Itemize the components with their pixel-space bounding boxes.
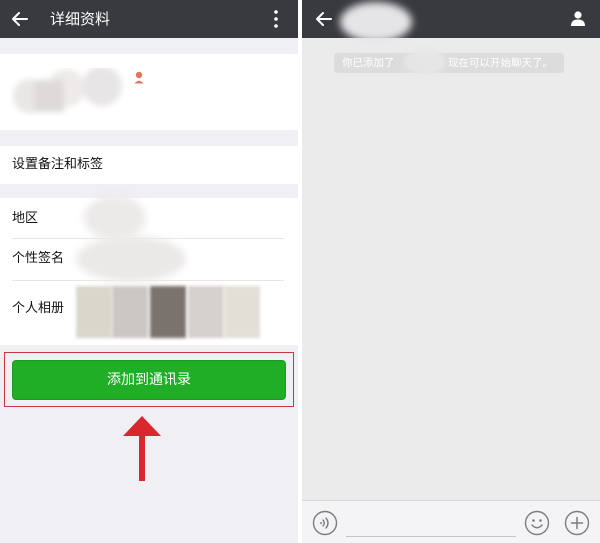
album-thumbnail[interactable] — [76, 286, 112, 338]
remark-tags-row[interactable]: 设置备注和标签 — [0, 146, 298, 184]
system-message-name-blurred — [404, 49, 446, 75]
gender-female-icon — [134, 71, 144, 84]
album-thumbnail[interactable] — [188, 286, 224, 338]
album-label: 个人相册 — [12, 301, 65, 316]
album-thumbnail[interactable] — [112, 286, 148, 338]
system-message-text-b: 现在可以开始聊天了。 — [448, 57, 553, 69]
chat-input-bar — [302, 500, 600, 543]
chat-message-input[interactable] — [346, 513, 516, 537]
back-arrow-icon[interactable] — [314, 9, 334, 29]
back-arrow-icon[interactable] — [10, 9, 30, 29]
region-label: 地区 — [12, 211, 39, 226]
remark-tags-label: 设置备注和标签 — [12, 157, 104, 172]
chat-screen: 你已添加了 现在可以开始聊天了。 — [302, 0, 600, 543]
user-profile-icon[interactable] — [570, 10, 586, 26]
album-thumbnail[interactable] — [150, 286, 186, 338]
system-message-text-a: 你已添加了 — [342, 57, 395, 69]
album-thumbnail[interactable] — [224, 286, 260, 338]
chat-top-bar — [302, 0, 600, 42]
add-to-contacts-button[interactable]: 添加到通讯录 — [12, 360, 286, 400]
signature-value-blurred — [76, 236, 186, 282]
profile-top-bar: 详细资料 — [0, 0, 298, 38]
system-message: 你已添加了 现在可以开始聊天了。 — [334, 49, 564, 75]
arrow-up-indicator-icon — [123, 416, 161, 481]
more-vertical-icon[interactable] — [268, 9, 284, 29]
region-value-blurred — [84, 196, 146, 240]
signature-label: 个性签名 — [12, 251, 65, 266]
profile-detail-screen: 详细资料 设置备注和标签 地区 个性签名 个人相册 添加到通讯录 — [0, 0, 298, 543]
page-title: 详细资料 — [50, 10, 111, 28]
avatar[interactable] — [10, 68, 130, 116]
voice-icon[interactable] — [312, 510, 338, 536]
plus-icon[interactable] — [564, 510, 590, 536]
chat-contact-name-blurred — [340, 2, 412, 42]
profile-card[interactable] — [0, 54, 298, 130]
emoji-icon[interactable] — [524, 510, 550, 536]
